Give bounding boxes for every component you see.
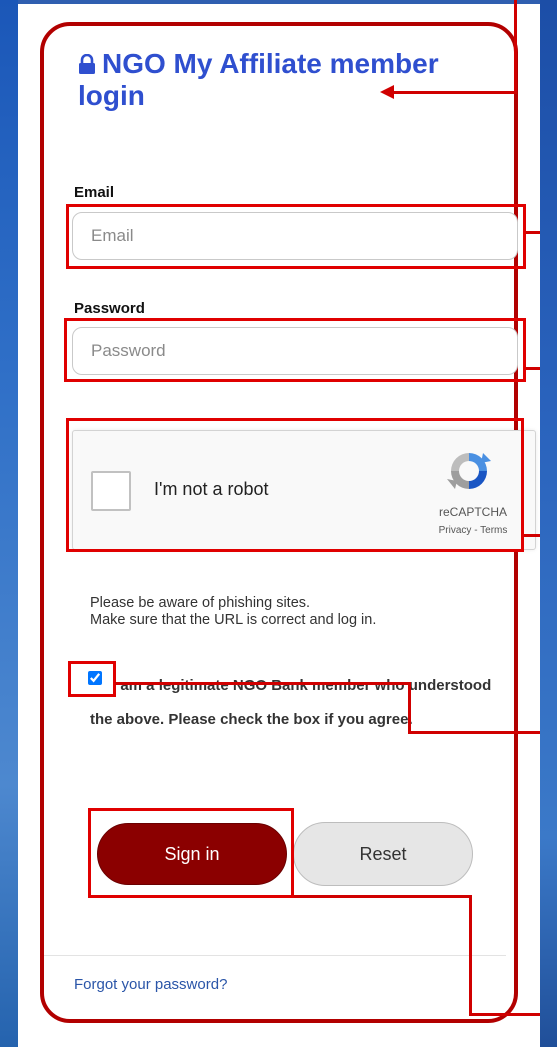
page-title-text: NGO My Affiliate member login [78, 48, 439, 111]
phishing-notice-line1: Please be aware of phishing sites. [90, 595, 311, 611]
recaptcha-brand: reCAPTCHA [438, 505, 507, 519]
recaptcha-label: I'm not a robot [154, 479, 269, 499]
annotation-line [408, 731, 540, 734]
recaptcha-privacy-terms[interactable]: Privacy - Terms [423, 525, 523, 536]
background-left-strip [0, 0, 18, 1047]
lock-icon [79, 54, 95, 74]
annotation-line [469, 895, 472, 1016]
email-field[interactable] [72, 212, 518, 260]
annotation-line [408, 682, 411, 734]
annotation-line [514, 0, 517, 94]
annotation-line [526, 367, 540, 370]
forgot-password-link[interactable]: Forgot your password? [74, 976, 227, 993]
phishing-notice-line2: Make sure that the URL is correct and lo… [90, 612, 377, 628]
annotation-line [392, 91, 517, 94]
agree-statement: I am a legitimate NGO Bank member who un… [90, 677, 492, 728]
annotation-line [469, 1013, 540, 1016]
agree-checkbox[interactable] [88, 671, 102, 685]
annotation-line [294, 895, 472, 898]
annotation-arrow-icon [380, 85, 394, 99]
annotation-line [524, 534, 540, 537]
email-label: Email [74, 184, 115, 201]
password-field[interactable] [72, 327, 518, 375]
phishing-notice: Please be aware of phishing sites. Make … [90, 595, 376, 629]
footer-divider [44, 955, 506, 956]
sign-in-button[interactable]: Sign in [97, 823, 287, 885]
top-border-line [18, 0, 540, 4]
recaptcha-checkbox[interactable] [91, 471, 131, 511]
reset-button[interactable]: Reset [293, 822, 473, 886]
recaptcha-widget: I'm not a robot reCAPTCHA Privacy - Term… [72, 430, 536, 550]
annotation-line [115, 682, 411, 685]
password-label: Password [74, 300, 145, 317]
recaptcha-logo-icon [447, 453, 491, 489]
background-right-strip [540, 0, 557, 1047]
page-title: NGO My Affiliate member login [78, 48, 498, 112]
annotation-line [526, 231, 540, 234]
